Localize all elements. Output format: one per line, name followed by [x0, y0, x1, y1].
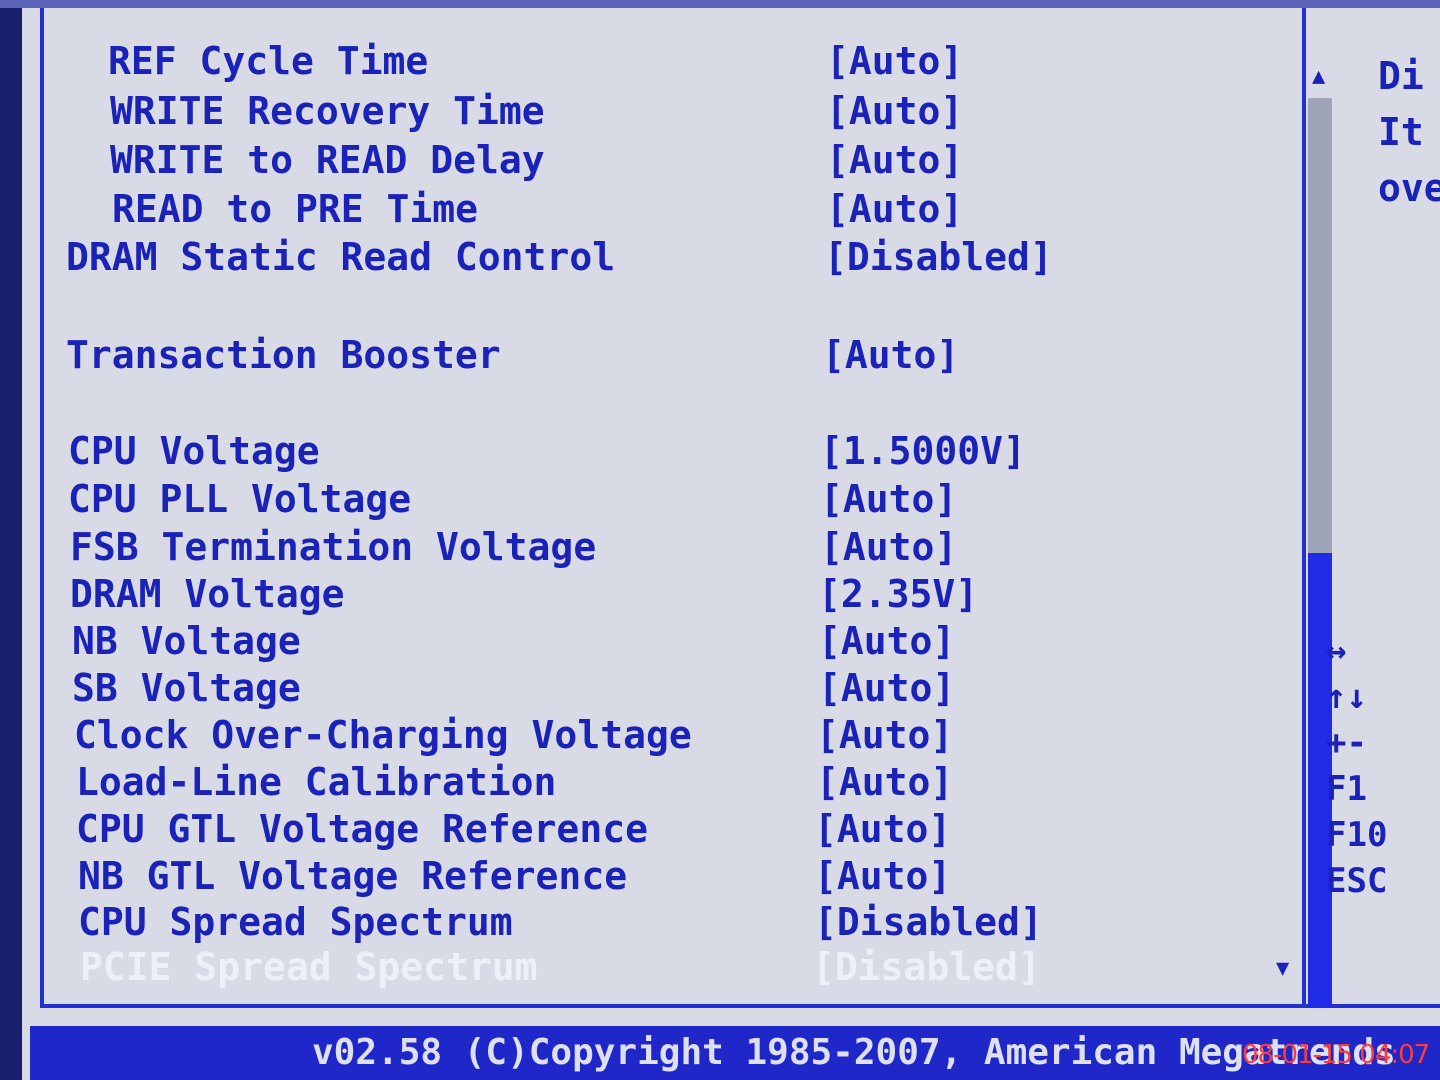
setting-value[interactable]: [Auto]: [826, 38, 963, 84]
setting-value[interactable]: [Auto]: [818, 618, 955, 664]
item-help-text: Di It ove: [1378, 48, 1440, 216]
copyright-text: v02.58 (C)Copyright 1985-2007, American …: [312, 1032, 1396, 1073]
setting-label: CPU GTL Voltage Reference: [76, 807, 648, 851]
setting-label: PCIE Spread Spectrum: [80, 945, 538, 989]
f1-key: F1: [1326, 769, 1367, 809]
setting-value[interactable]: [Auto]: [816, 712, 953, 758]
setting-label: DRAM Voltage: [70, 572, 345, 616]
key-legend: ↔ ↑↓ +- F1 F10 ESC: [1326, 628, 1387, 904]
plus-minus-key: +-: [1326, 723, 1367, 763]
setting-label: WRITE Recovery Time: [110, 89, 545, 133]
setting-label: NB GTL Voltage Reference: [78, 854, 628, 898]
setting-label: REF Cycle Time: [108, 39, 429, 83]
setting-value[interactable]: [1.5000V]: [820, 428, 1026, 474]
setting-label: FSB Termination Voltage: [70, 525, 597, 569]
up-down-arrows-icon: ↑↓: [1326, 677, 1367, 717]
bios-screen: REF Cycle Time [Auto] WRITE Recovery Tim…: [0, 0, 1440, 1080]
left-right-arrows-icon: ↔: [1326, 631, 1347, 671]
setting-value[interactable]: [Disabled]: [824, 234, 1053, 280]
setting-label: CPU PLL Voltage: [68, 477, 412, 521]
triangle-down-icon[interactable]: ▼: [1276, 956, 1289, 981]
setting-value[interactable]: [2.35V]: [818, 571, 978, 617]
setting-label: SB Voltage: [72, 666, 301, 710]
f10-key: F10: [1326, 815, 1388, 855]
setting-label: Load-Line Calibration: [76, 760, 557, 804]
setting-value[interactable]: [Auto]: [826, 88, 963, 134]
setting-value[interactable]: [Auto]: [816, 759, 953, 805]
setting-value[interactable]: [Auto]: [820, 476, 957, 522]
top-edge: [0, 0, 1440, 8]
setting-value[interactable]: [Auto]: [820, 524, 957, 570]
setting-label: Clock Over-Charging Voltage: [74, 713, 692, 757]
monitor-bezel: [0, 0, 22, 1080]
setting-label: CPU Voltage: [68, 429, 320, 473]
setting-label: NB Voltage: [72, 619, 301, 663]
setting-value[interactable]: [Auto]: [826, 186, 963, 232]
setting-value[interactable]: [Disabled]: [814, 899, 1043, 945]
setting-label: Transaction Booster: [66, 333, 501, 377]
help-line: It: [1378, 110, 1424, 154]
setting-label: WRITE to READ Delay: [110, 138, 545, 182]
setting-label: DRAM Static Read Control: [66, 235, 616, 279]
setting-value[interactable]: [Auto]: [814, 806, 951, 852]
setting-value[interactable]: [Auto]: [822, 332, 959, 378]
help-line: ove: [1378, 166, 1440, 210]
copyright-bar: v02.58 (C)Copyright 1985-2007, American …: [30, 1026, 1440, 1080]
triangle-up-icon[interactable]: ▲: [1312, 64, 1325, 89]
setting-value[interactable]: [Auto]: [818, 665, 955, 711]
setting-value[interactable]: [Auto]: [826, 137, 963, 183]
setting-label: READ to PRE Time: [112, 187, 479, 231]
photo-timestamp: 08-01-15 04:07: [1242, 1040, 1430, 1070]
setting-value[interactable]: [Disabled]: [812, 944, 1041, 990]
help-line: Di: [1378, 54, 1424, 98]
setting-label: CPU Spread Spectrum: [78, 900, 513, 944]
esc-key: ESC: [1326, 861, 1388, 901]
setting-value[interactable]: [Auto]: [814, 853, 951, 899]
